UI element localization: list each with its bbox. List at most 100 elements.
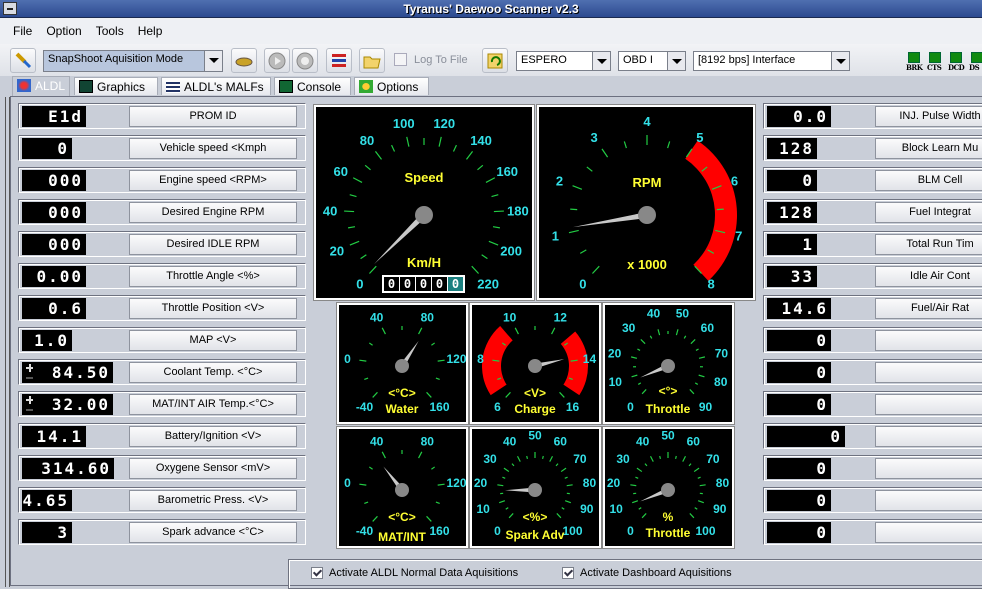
throttle-deg-dial: 0102030405060708090Throttle<°> [605, 305, 732, 422]
acquisition-mode-select[interactable]: SnapShoot Aquisition Mode [43, 50, 223, 72]
param-label-button[interactable] [875, 330, 982, 351]
tab-console[interactable]: Console [274, 77, 351, 95]
param-label-button[interactable] [875, 426, 982, 447]
menu-option[interactable]: Option [39, 24, 88, 38]
tick-mark [392, 145, 395, 151]
param-label-button[interactable]: MAP <V> [129, 330, 297, 351]
seven-segment-display: 0 [767, 490, 831, 511]
display-value: 14.1 [25, 427, 83, 446]
car-model-select[interactable]: ESPERO [516, 51, 611, 71]
param-label-button[interactable]: Total Run Tim [875, 234, 982, 255]
tab-graphics[interactable]: Graphics [74, 77, 158, 95]
param-label-button[interactable]: Battery/Ignition <V> [129, 426, 297, 447]
param-label-button[interactable]: Idle Air Cont [875, 266, 982, 287]
scale-label: 60 [334, 164, 348, 179]
stop-button[interactable] [292, 48, 318, 73]
charge-gauge: 6810121416Charge<V> [470, 303, 601, 424]
open-folder-button[interactable] [359, 48, 385, 73]
param-label-button[interactable]: Barometric Press. <V> [129, 490, 297, 511]
param-label-button[interactable]: Spark advance <°C> [129, 522, 297, 543]
param-label-button[interactable] [875, 394, 982, 415]
scale-label: 120 [446, 352, 466, 366]
menu-file[interactable]: File [6, 24, 39, 38]
scale-label: 12 [554, 311, 568, 325]
scale-label: 0 [356, 277, 363, 292]
tick-mark [353, 178, 362, 183]
tick-mark [690, 513, 694, 517]
tick-mark [436, 378, 440, 379]
tick-mark [660, 456, 661, 459]
tab-label: Graphics [97, 80, 145, 94]
param-label-button[interactable] [875, 362, 982, 383]
tick-mark [492, 195, 499, 197]
menu-tools[interactable]: Tools [89, 24, 131, 38]
param-label-button[interactable]: Block Learn Mu [875, 138, 982, 159]
chevron-down-icon[interactable] [831, 52, 849, 70]
param-label-button[interactable]: INJ. Pulse Width [875, 106, 982, 127]
param-row: 0 [763, 359, 982, 385]
param-label-button[interactable]: MAT/INT AIR Temp.<°C> [129, 394, 297, 415]
scale-label: 50 [676, 306, 690, 320]
param-label-button[interactable]: PROM ID [129, 106, 297, 127]
param-label-button[interactable]: Throttle Angle <%> [129, 266, 297, 287]
param-label-button[interactable]: BLM Cell [875, 170, 982, 191]
display-value: 0 [770, 171, 814, 190]
tab-options[interactable]: Options [354, 77, 429, 95]
needle-hub [661, 359, 675, 373]
dashboard-checkbox[interactable]: Activate Dashboard Aquisitions [562, 567, 732, 579]
tick-mark [638, 383, 641, 385]
tick-mark [369, 343, 372, 345]
param-label-button[interactable]: Coolant Temp. <°C> [129, 362, 297, 383]
protocol-select[interactable]: OBD I [618, 51, 686, 71]
param-label-button[interactable]: Vehicle speed <Kmph [129, 138, 297, 159]
param-label-button[interactable]: Throttle Position <V> [129, 298, 297, 319]
scale-label: 40 [647, 306, 661, 320]
sign-indicator [25, 395, 34, 414]
tick-mark [592, 266, 599, 273]
gauge-unit: <°> [659, 384, 678, 398]
checkbox-checked[interactable] [311, 567, 323, 579]
checkbox-checked[interactable] [562, 567, 574, 579]
scale-label: 6 [494, 400, 501, 414]
param-label-button[interactable]: Desired IDLE RPM [129, 234, 297, 255]
play-button[interactable] [264, 48, 290, 73]
water-dial: -4004080120160Water<°C> [339, 305, 466, 422]
param-row: 128Fuel Integrat [763, 199, 982, 225]
param-label-button[interactable]: Engine speed <RPM> [129, 170, 297, 191]
log-to-file-checkbox[interactable]: Log To File [394, 53, 468, 66]
seven-segment-display: 314.60 [22, 458, 114, 479]
param-label-button[interactable]: Desired Engine RPM [129, 202, 297, 223]
connect-button[interactable] [10, 48, 36, 73]
status-led [971, 52, 982, 63]
read-ecu-button[interactable] [231, 48, 257, 73]
aldl-normal-checkbox[interactable]: Activate ALDL Normal Data Aquisitions [311, 567, 518, 579]
tab-aldl[interactable]: ALDL [12, 76, 70, 96]
chevron-down-icon[interactable] [667, 52, 685, 70]
chevron-down-icon[interactable] [204, 51, 222, 71]
param-label-button[interactable]: Fuel/Air Rat [875, 298, 982, 319]
scale-label: 0 [344, 476, 351, 490]
tab-bar: ALDL Graphics ALDL's MALFs Console Optio… [0, 76, 982, 96]
gauge-unit: <V> [524, 386, 546, 400]
interface-select[interactable]: [8192 bps] Interface [693, 51, 850, 71]
chevron-down-icon[interactable] [592, 52, 610, 70]
param-label-button[interactable] [875, 458, 982, 479]
seven-segment-display: 0 [767, 362, 831, 383]
param-label-button[interactable] [875, 490, 982, 511]
refresh-button[interactable] [482, 48, 508, 73]
param-row: 128Block Learn Mu [763, 135, 982, 161]
param-row: 0 BLM Cell [763, 167, 982, 193]
menu-help[interactable]: Help [131, 24, 170, 38]
param-label-button[interactable]: Oxygene Sensor <mV> [129, 458, 297, 479]
display-value: 0 [770, 491, 828, 510]
tick-mark [637, 468, 642, 471]
list-button[interactable] [326, 48, 352, 73]
param-label-button[interactable] [875, 522, 982, 543]
scale-label: 90 [713, 502, 727, 516]
tick-mark [439, 137, 441, 147]
checkbox[interactable] [394, 53, 407, 66]
scale-label: 100 [695, 524, 715, 538]
tab-aldl-malfs[interactable]: ALDL's MALFs [161, 77, 271, 95]
param-label-button[interactable]: Fuel Integrat [875, 202, 982, 223]
needle-hub [528, 483, 542, 497]
